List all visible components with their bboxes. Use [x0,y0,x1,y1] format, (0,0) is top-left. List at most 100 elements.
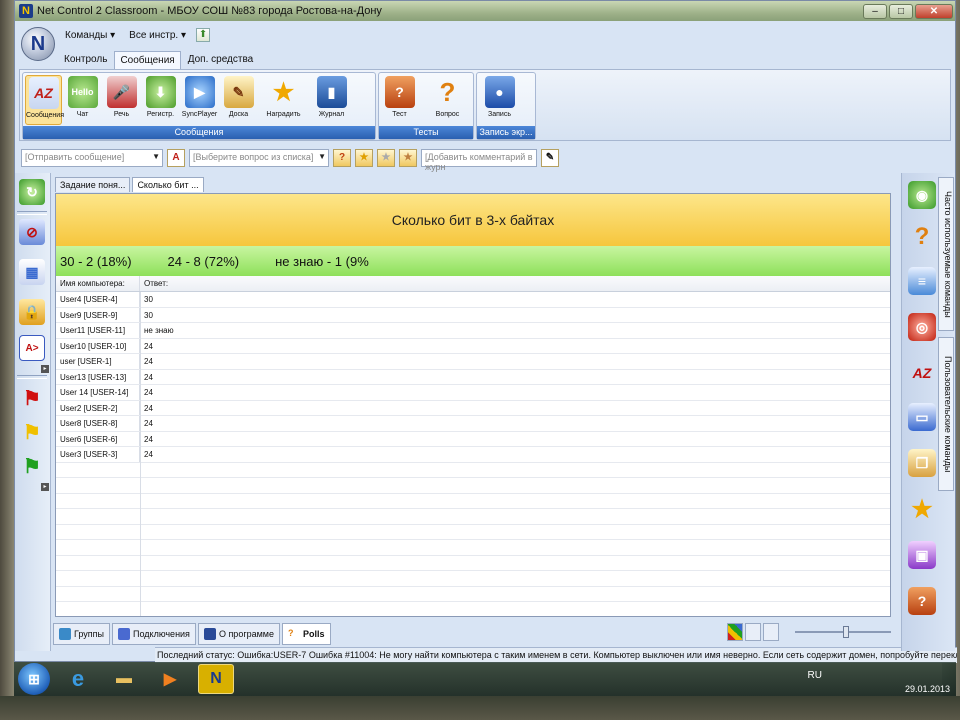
app-windows-icon[interactable]: ▦ [19,259,45,285]
net-control-taskbar-icon[interactable]: N [198,664,234,694]
reward-star-icon[interactable]: ★ [355,149,373,167]
up-arrow-icon[interactable]: ⬆ [196,28,211,42]
commands-menu[interactable]: Команды ▾ [61,28,119,43]
empty-row [56,478,890,494]
tab-frequent-commands[interactable]: Часто используемые команды [938,177,954,331]
computer-name-cell: user [USER-1] [56,354,140,369]
az-icon[interactable]: AZ [908,359,936,387]
table-row[interactable]: User3 [USER-3] 24 [56,447,890,463]
whiteboard-button[interactable]: ✎ Доска [220,75,257,125]
table-row[interactable]: User9 [USER-9] 30 [56,307,890,323]
result-item: 24 - 8 (72%) [167,253,240,269]
zoom-slider-thumb[interactable] [843,626,849,638]
star-icon[interactable]: ★ [908,495,936,523]
table-row[interactable]: User4 [USER-4] 30 [56,292,890,308]
bottom-tabs: Группы Подключения О программе ? Polls [53,623,331,645]
grid-view-icon[interactable] [727,623,743,641]
tab-groups[interactable]: Группы [53,623,110,645]
table-row[interactable]: user [USER-1] 24 [56,354,890,370]
speech-button[interactable]: 🎤 Речь [103,75,140,125]
ribbon: AZ Сообщения Hello Чат 🎤 Речь ⬇ Регистр.… [19,69,951,141]
chat-button[interactable]: Hello Чат [64,75,101,125]
table-row[interactable]: User8 [USER-8] 24 [56,416,890,432]
broadcast-icon[interactable]: ◎ [908,313,936,341]
folder-icon[interactable]: ▬ [106,664,142,694]
close-button[interactable]: ✕ [915,3,953,19]
table-header: Имя компьютера: Ответ: [56,276,890,292]
language-indicator[interactable]: RU [808,670,822,681]
register-button[interactable]: ⬇ Регистр. [142,75,179,125]
status-bar: Последний статус: Ошибка:USER-7 Ошибка #… [155,647,957,663]
doc-tab-poll[interactable]: Сколько бит ... [132,177,204,192]
table-row[interactable]: User10 [USER-10] 24 [56,338,890,354]
minimize-button[interactable]: – [863,3,887,19]
send-message-icon[interactable]: A [167,149,185,167]
all-tools-menu[interactable]: Все инстр. ▾ [125,28,190,43]
monitor-icon[interactable]: ▭ [908,403,936,431]
refresh-icon[interactable]: ↻ [19,179,45,205]
empty-row [56,571,890,587]
empty-row [56,602,890,616]
expand-icon[interactable]: ▸ [41,365,49,373]
group-label-screen-record: Запись экр... [477,126,535,139]
tab-extra-tools[interactable]: Доп. средства [183,51,259,69]
tab-control[interactable]: Контроль [59,51,112,69]
ask-question-icon[interactable]: ? [333,149,351,167]
doc-tab-task[interactable]: Задание поня... [55,177,131,192]
send-file-icon[interactable]: ≡ [908,267,936,295]
test-button[interactable]: ? Тест [381,75,418,125]
tab-messages[interactable]: Сообщения [114,51,181,69]
test-icon[interactable]: ? [908,587,936,615]
table-row[interactable]: User11 [USER-11] не знаю [56,323,890,339]
media-player-icon[interactable]: ▶ [152,664,188,694]
expand-icon[interactable]: ▸ [41,483,49,491]
documents-icon[interactable]: ❐ [908,449,936,477]
app-menu-button[interactable]: N [21,27,55,61]
maximize-button[interactable]: □ [889,3,913,19]
separator [17,375,47,379]
journal-comment-input[interactable]: [Добавить комментарий в журн [421,149,537,172]
computer-name-cell: User9 [USER-9] [56,307,140,322]
window-title: Net Control 2 Classroom - МБОУ СОШ №83 г… [37,5,382,17]
table-row[interactable]: User6 [USER-6] 24 [56,431,890,447]
computer-name-cell: User6 [USER-6] [56,431,140,446]
column-header-computer[interactable]: Имя компьютера: [56,276,140,291]
red-flag-icon[interactable]: ⚑ [19,385,45,411]
record-button[interactable]: ● Запись [481,75,518,125]
tab-user-commands[interactable]: Пользовательские команды [938,337,954,491]
lock-icon[interactable]: 🔒 [19,299,45,325]
pen-icon[interactable]: ✎ [541,149,559,167]
clock-date[interactable]: 29.01.2013 [905,684,950,694]
list-view-icon[interactable] [745,623,761,641]
question-button[interactable]: ? Вопрос [429,75,466,125]
play-icon: ▶ [184,76,215,108]
text-send-icon[interactable]: A> [19,335,45,361]
table-row[interactable]: User2 [USER-2] 24 [56,400,890,416]
user-view-icon[interactable] [763,623,779,641]
star-silver-icon[interactable]: ★ [377,149,395,167]
messages-button[interactable]: AZ Сообщения [25,75,64,125]
question-icon[interactable]: ? [908,223,936,251]
reward-button[interactable]: ★ Наградить [265,75,302,125]
send-message-input[interactable]: [Отправить сообщение] ▼ [21,149,163,167]
internet-explorer-icon[interactable]: e [60,664,96,694]
green-flag-icon[interactable]: ⚑ [19,453,45,479]
tab-about[interactable]: О программе [197,623,280,645]
yellow-flag-icon[interactable]: ⚑ [19,419,45,445]
tab-connections[interactable]: Подключения [112,623,196,645]
table-row[interactable]: User13 [USER-13] 24 [56,369,890,385]
record-icon[interactable]: ▣ [908,541,936,569]
user-speak-icon[interactable]: ◉ [908,181,936,209]
question-select[interactable]: [Выберите вопрос из списка] ▼ [189,149,329,167]
start-button[interactable]: ⊞ [18,663,50,695]
tab-polls[interactable]: ? Polls [282,623,331,645]
syncplayer-button[interactable]: ▶ SyncPlayer [181,75,218,125]
column-header-answer[interactable]: Ответ: [140,276,890,291]
star-bronze-icon[interactable]: ★ [399,149,417,167]
journal-button[interactable]: ▮ Журнал [313,75,350,125]
ribbon-tabs: Контроль Сообщения Доп. средства [59,51,258,69]
table-row[interactable]: User 14 [USER-14] 24 [56,385,890,401]
blocked-display-icon[interactable]: ⊘ [19,219,45,245]
microphone-icon: 🎤 [106,76,137,108]
chat-bubble-icon: Hello [67,76,98,108]
